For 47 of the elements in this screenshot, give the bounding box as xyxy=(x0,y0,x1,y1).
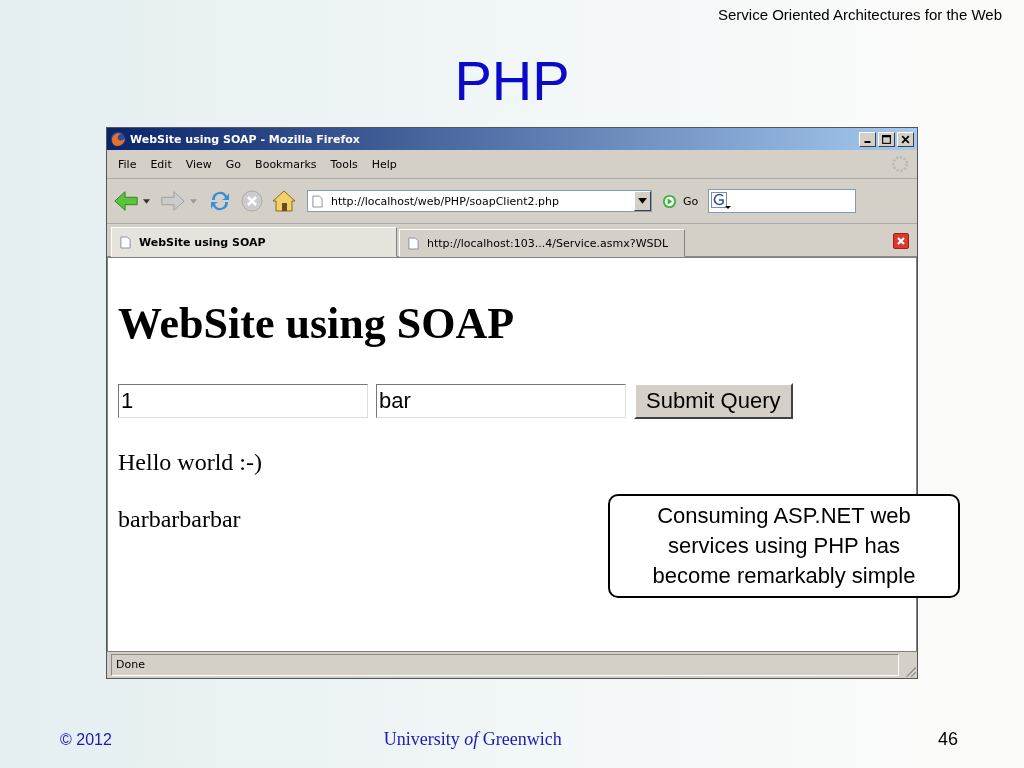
menu-item[interactable]: Go xyxy=(218,157,249,171)
search-field[interactable] xyxy=(708,189,857,213)
close-button[interactable] xyxy=(897,131,914,147)
home-icon[interactable] xyxy=(271,189,297,213)
slide-header: Service Oriented Architectures for the Web xyxy=(717,6,1002,23)
window-title: WebSite using SOAP - Mozilla Firefox xyxy=(130,132,361,146)
output-text: Hello world :-) xyxy=(118,449,262,476)
page-number: 46 xyxy=(937,729,958,750)
output-text: barbarbarbar xyxy=(118,506,241,533)
close-icon xyxy=(899,133,912,145)
university-name: University of Greenwich xyxy=(383,729,563,750)
url-text: http://localhost/web/PHP/soapClient2.php xyxy=(331,194,560,208)
maximize-icon xyxy=(880,133,893,145)
dropdown-button[interactable] xyxy=(634,191,651,211)
menu-item[interactable]: Bookmarks xyxy=(248,157,324,171)
text-input[interactable]: bar xyxy=(376,384,626,418)
menu-item[interactable]: Tools xyxy=(323,157,365,171)
copyright-text: © 2012 xyxy=(60,730,112,749)
close-tab-button[interactable] xyxy=(893,233,909,249)
text-input[interactable]: 1 xyxy=(118,384,368,418)
address-bar[interactable]: http://localhost/web/PHP/soapClient2.php xyxy=(307,190,652,212)
caret-icon[interactable] xyxy=(143,198,150,204)
callout-box: Consuming ASP.NET web services using PHP has become remarkably simple xyxy=(608,494,960,598)
menu-item[interactable]: View xyxy=(178,157,219,171)
search-engine-icon xyxy=(711,192,732,210)
menu-item[interactable]: Edit xyxy=(143,157,179,171)
page-icon xyxy=(408,236,419,250)
resize-grip-icon[interactable] xyxy=(903,664,917,678)
page-icon xyxy=(312,194,323,208)
browser-tab[interactable]: WebSite using SOAP xyxy=(111,227,397,257)
slide-title: PHP xyxy=(454,51,570,111)
minimize-icon xyxy=(864,140,871,143)
minimize-button[interactable] xyxy=(859,131,876,147)
page-heading: WebSite using SOAP xyxy=(118,298,516,349)
go-button[interactable]: Go xyxy=(658,193,703,209)
caret-icon xyxy=(638,198,647,204)
submit-button[interactable]: Submit Query xyxy=(634,383,793,419)
play-icon xyxy=(662,193,677,209)
status-text: Done xyxy=(111,654,899,676)
activity-indicator-icon xyxy=(891,155,909,173)
menu-item[interactable]: Help xyxy=(364,157,404,171)
menu-item[interactable]: File xyxy=(111,157,144,171)
browser-logo-icon xyxy=(110,131,126,147)
maximize-button[interactable] xyxy=(878,131,895,147)
page-icon xyxy=(120,235,131,249)
browser-tab[interactable]: http://localhost:103...4/Service.asmx?WSDL xyxy=(399,229,685,257)
close-icon xyxy=(895,235,907,247)
